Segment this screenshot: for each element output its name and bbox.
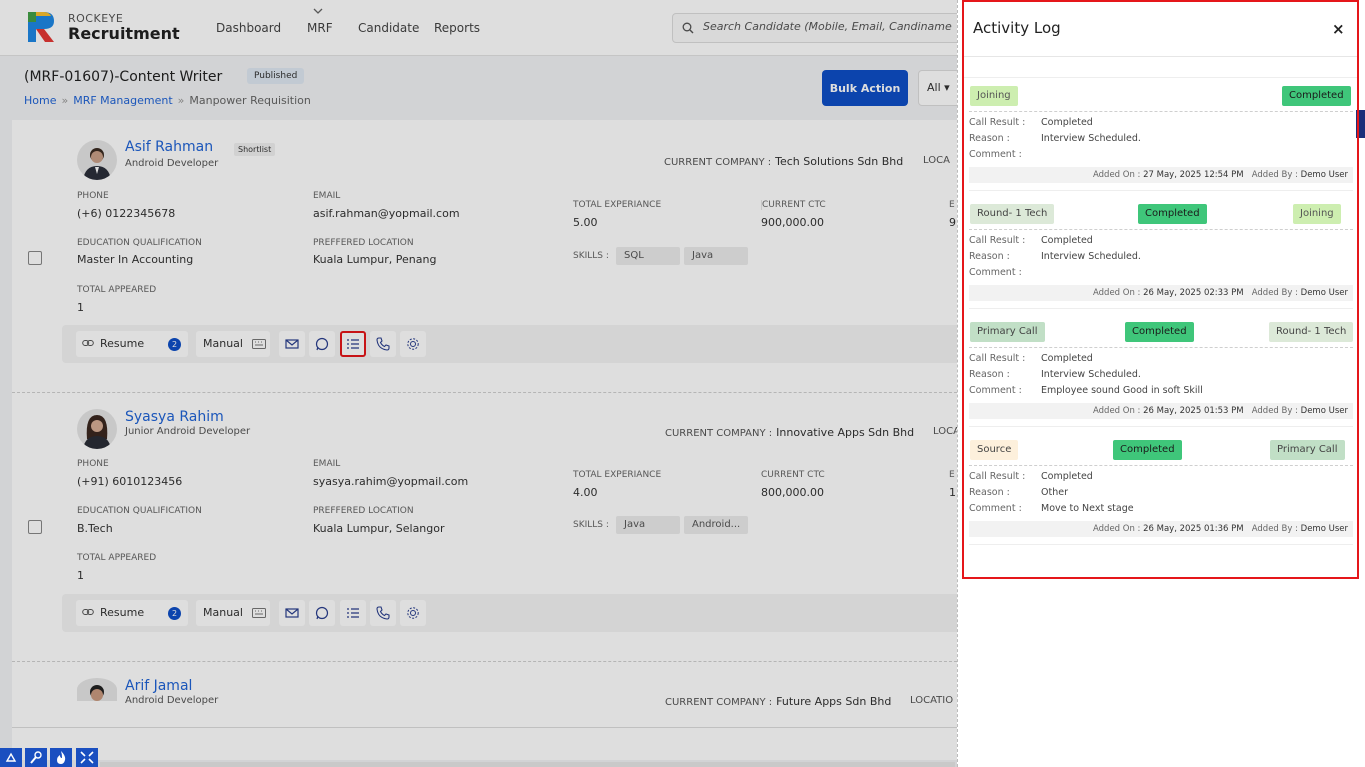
fire-icon[interactable] xyxy=(50,748,72,767)
tools-icon[interactable] xyxy=(25,748,47,767)
highlight-frame xyxy=(962,0,1359,579)
horizontal-scrollbar[interactable] xyxy=(100,762,955,767)
app-root: ROCKEYE Recruitment Dashboard MRF Candid… xyxy=(0,0,1365,767)
modal-backdrop[interactable] xyxy=(0,0,957,767)
bottom-toolbar xyxy=(0,748,100,767)
expand-icon[interactable] xyxy=(76,748,98,767)
recycle-icon[interactable] xyxy=(0,748,22,767)
